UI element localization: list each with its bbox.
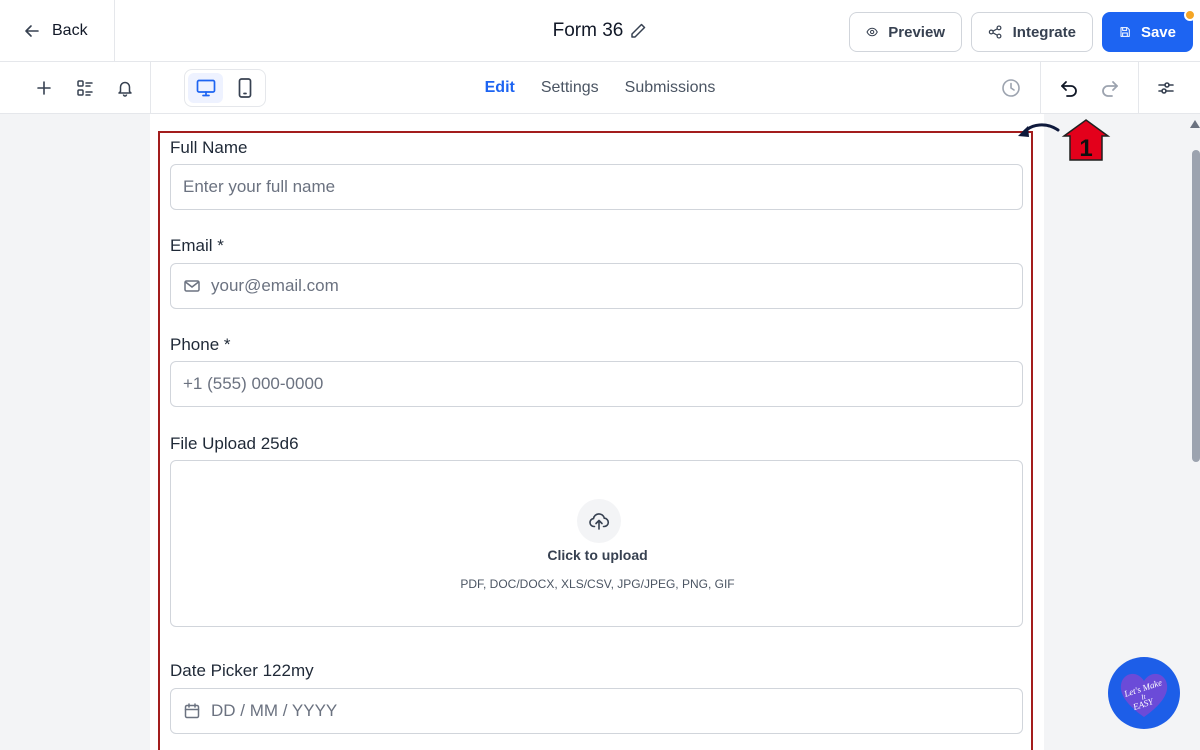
smartphone-icon <box>238 78 251 98</box>
top-bar: Back Form 36 Preview Integrate Save <box>0 0 1200 62</box>
upload-cloud-icon <box>589 513 610 530</box>
annotation-arrowhead-icon <box>1018 126 1029 137</box>
arrow-left-icon <box>25 25 39 37</box>
device-toggle <box>184 69 266 107</box>
back-button[interactable]: Back <box>0 0 115 62</box>
share-icon <box>988 25 1002 39</box>
file-upload-dropzone[interactable]: Click to upload PDF, DOC/DOCX, XLS/CSV, … <box>170 460 1023 627</box>
notification-dot <box>1184 9 1196 21</box>
history-icon[interactable] <box>999 76 1023 100</box>
scroll-thumb[interactable] <box>1192 150 1200 462</box>
save-button[interactable]: Save <box>1102 9 1196 52</box>
date-picker-input[interactable]: DD / MM / YYYY <box>170 688 1023 734</box>
full-name-label: Full Name <box>170 138 248 157</box>
sliders-icon[interactable] <box>1154 76 1178 100</box>
vertical-scrollbar[interactable] <box>1188 114 1200 750</box>
preview-label: Preview <box>888 23 945 41</box>
step-number: 1 <box>1079 135 1092 162</box>
full-name-placeholder: Enter your full name <box>183 177 336 196</box>
bell-icon[interactable] <box>113 76 137 100</box>
mobile-view-button[interactable] <box>227 73 262 103</box>
desktop-view-button[interactable] <box>188 73 223 103</box>
editor-toolbar: Edit Settings Submissions <box>0 62 1200 114</box>
upload-file-types: PDF, DOC/DOCX, XLS/CSV, JPG/JPEG, PNG, G… <box>460 577 735 591</box>
toolbar-divider <box>1138 62 1139 114</box>
heart-logo-icon: Let's Make It EASY <box>1120 673 1168 717</box>
mail-icon <box>184 280 200 292</box>
upload-icon-wrapper <box>577 499 621 543</box>
tab-edit[interactable]: Edit <box>485 79 515 97</box>
back-label: Back <box>52 22 88 39</box>
undo-icon[interactable] <box>1057 76 1081 100</box>
save-label: Save <box>1140 23 1176 41</box>
lets-make-it-easy-logo: Let's Make It EASY <box>1108 657 1180 729</box>
integrate-label: Integrate <box>1012 23 1076 41</box>
upload-title: Click to upload <box>547 547 648 563</box>
scroll-up-arrow-icon[interactable] <box>1190 120 1200 128</box>
email-label: Email * <box>170 236 224 255</box>
step-annotation: 1 <box>1018 119 1111 162</box>
monitor-icon <box>196 79 215 97</box>
pencil-icon[interactable] <box>629 22 647 40</box>
tab-settings[interactable]: Settings <box>541 79 599 97</box>
plus-icon[interactable] <box>32 76 56 100</box>
floppy-disk-icon <box>1120 27 1130 37</box>
eye-icon <box>866 27 878 37</box>
phone-placeholder: +1 (555) 000-0000 <box>183 374 324 393</box>
phone-label: Phone * <box>170 335 231 354</box>
redo-icon[interactable] <box>1098 76 1122 100</box>
toolbar-divider <box>150 62 151 114</box>
tab-submissions[interactable]: Submissions <box>625 79 716 97</box>
integrate-button[interactable]: Integrate <box>971 12 1093 52</box>
calendar-icon <box>184 703 200 719</box>
date-picker-label: Date Picker 122my <box>170 661 314 680</box>
email-input[interactable]: your@email.com <box>170 263 1023 309</box>
page-title: Form 36 <box>552 20 624 41</box>
phone-input[interactable]: +1 (555) 000-0000 <box>170 361 1023 407</box>
toolbar-divider <box>1040 62 1041 114</box>
email-placeholder: your@email.com <box>211 276 339 295</box>
file-upload-label: File Upload 25d6 <box>170 434 299 453</box>
annotation-arrow-icon <box>1022 123 1060 134</box>
layers-icon[interactable] <box>73 76 97 100</box>
preview-button[interactable]: Preview <box>849 12 962 52</box>
full-name-input[interactable]: Enter your full name <box>170 164 1023 210</box>
date-placeholder: DD / MM / YYYY <box>211 701 338 720</box>
